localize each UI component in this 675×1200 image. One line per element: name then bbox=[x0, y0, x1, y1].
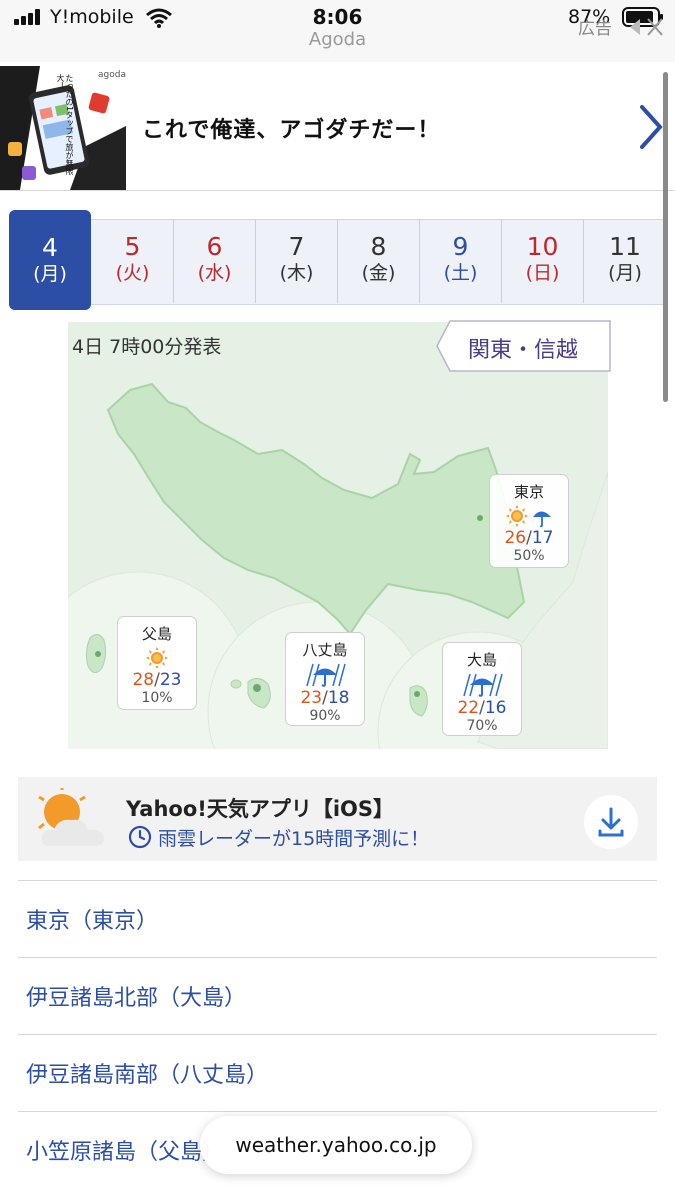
area-link[interactable]: 小笠原諸島（父島） bbox=[26, 1134, 224, 1166]
url-text[interactable]: weather.yahoo.co.jp bbox=[200, 1133, 472, 1157]
date-tab[interactable]: 11 (月) bbox=[583, 219, 666, 303]
clock-icon bbox=[128, 825, 152, 849]
area-list-item[interactable]: 伊豆諸島南部（八丈島） bbox=[18, 1034, 657, 1112]
app-promo-subtitle: 雨雲レーダーが15時間予測に！ bbox=[158, 828, 430, 850]
date-tab-day: 6 bbox=[206, 232, 223, 261]
temperature: 26/17 bbox=[490, 528, 568, 548]
sun-icon bbox=[146, 647, 168, 669]
date-tab-day: 9 bbox=[452, 232, 469, 261]
high-temp: 28 bbox=[132, 670, 155, 690]
date-tab[interactable]: 6 (水) bbox=[173, 219, 255, 303]
low-temp: 18 bbox=[327, 688, 350, 708]
area-link[interactable]: 東京（東京） bbox=[26, 903, 158, 935]
date-tab[interactable]: 9 (土) bbox=[419, 219, 501, 303]
high-temp: 22 bbox=[457, 698, 480, 718]
high-temp: 26 bbox=[504, 528, 527, 548]
date-tab-weekday: (水) bbox=[197, 262, 232, 284]
site-label: Agoda bbox=[308, 29, 367, 50]
low-temp: 17 bbox=[531, 528, 554, 548]
date-tab-weekday: (土) bbox=[443, 262, 478, 284]
date-tab-weekday: (月) bbox=[608, 262, 642, 284]
precip-chance: 10% bbox=[141, 690, 173, 706]
date-tab-day: 8 bbox=[370, 232, 387, 261]
temperature: 23/18 bbox=[286, 688, 364, 708]
date-tab-day: 7 bbox=[288, 232, 305, 261]
date-tab-weekday: (金) bbox=[361, 262, 396, 284]
rain-umbrella-icon bbox=[463, 673, 503, 697]
date-tab[interactable]: 10 (日) bbox=[501, 219, 583, 303]
area-list-item[interactable]: 東京（東京） bbox=[18, 880, 657, 958]
ad-banner[interactable]: agoda たったの1タップで旅が無限大！ これで俺達、アゴダチだー！ 広告 bbox=[0, 19, 675, 191]
city-forecast-card[interactable]: 八丈島 23/18 90% bbox=[285, 632, 365, 726]
date-tab-row: 5 (火) 6 (水) 7 (木) 8 (金) 9 (土) 10 (日) 11 … bbox=[10, 219, 665, 303]
city-forecast-card[interactable]: 東京 26/17 50% bbox=[489, 474, 569, 568]
scrollbar[interactable] bbox=[663, 72, 668, 402]
chevron-right-icon[interactable] bbox=[638, 104, 664, 150]
weather-app-icon bbox=[38, 788, 104, 846]
ad-thumbnail: agoda たったの1タップで旅が無限大！ bbox=[0, 66, 126, 190]
date-tab[interactable]: 5 (火) bbox=[92, 219, 173, 303]
date-tab[interactable]: 7 (木) bbox=[255, 219, 337, 303]
date-tab-day: 11 bbox=[609, 232, 641, 261]
temperature: 22/16 bbox=[443, 698, 521, 718]
city-forecast-card[interactable]: 大島 22/16 70% bbox=[442, 642, 522, 736]
app-promo-title: Yahoo!天気アプリ【iOS】 bbox=[126, 797, 395, 821]
city-name: 八丈島 bbox=[302, 641, 348, 659]
rain-umbrella-icon bbox=[306, 663, 346, 687]
date-tab[interactable]: 8 (金) bbox=[337, 219, 419, 303]
precip-chance: 70% bbox=[466, 718, 498, 734]
precip-chance: 50% bbox=[513, 548, 545, 564]
low-temp: 16 bbox=[484, 698, 507, 718]
ad-headline: これで俺達、アゴダチだー！ bbox=[142, 118, 441, 143]
high-temp: 23 bbox=[300, 688, 323, 708]
status-bar: Y!mobile 8:06 Agoda 87% bbox=[0, 0, 675, 62]
temperature: 28/23 bbox=[118, 670, 196, 690]
area-link[interactable]: 伊豆諸島南部（八丈島） bbox=[26, 1057, 268, 1089]
date-tab-day: 10 bbox=[526, 232, 559, 261]
ad-close-icon[interactable] bbox=[626, 16, 666, 38]
date-tab-weekday: (火) bbox=[115, 262, 150, 284]
region-label: 関東・信越 bbox=[468, 338, 579, 363]
download-button[interactable] bbox=[584, 795, 638, 849]
ad-thumb-caption: たったの1タップで旅が無限大！ bbox=[56, 74, 74, 176]
low-temp: 23 bbox=[159, 670, 182, 690]
area-list-item[interactable]: 伊豆諸島北部（大島） bbox=[18, 957, 657, 1035]
precip-chance: 90% bbox=[309, 708, 341, 724]
date-tab-weekday: (日) bbox=[525, 262, 560, 284]
city-name: 大島 bbox=[466, 651, 497, 669]
city-name: 東京 bbox=[513, 483, 544, 501]
ad-thumb-brand: agoda bbox=[98, 70, 126, 80]
date-tab-day: 5 bbox=[124, 232, 141, 261]
issued-time: 4日 7時00分発表 bbox=[72, 336, 222, 358]
city-name: 父島 bbox=[141, 625, 172, 643]
download-icon bbox=[598, 807, 624, 837]
ad-label: 広告 bbox=[578, 19, 612, 39]
area-link[interactable]: 伊豆諸島北部（大島） bbox=[26, 980, 246, 1012]
sun-umbrella-icon bbox=[506, 505, 551, 528]
date-tab-weekday: (木) bbox=[279, 262, 314, 284]
city-forecast-card[interactable]: 父島 28/23 10% bbox=[117, 616, 197, 710]
